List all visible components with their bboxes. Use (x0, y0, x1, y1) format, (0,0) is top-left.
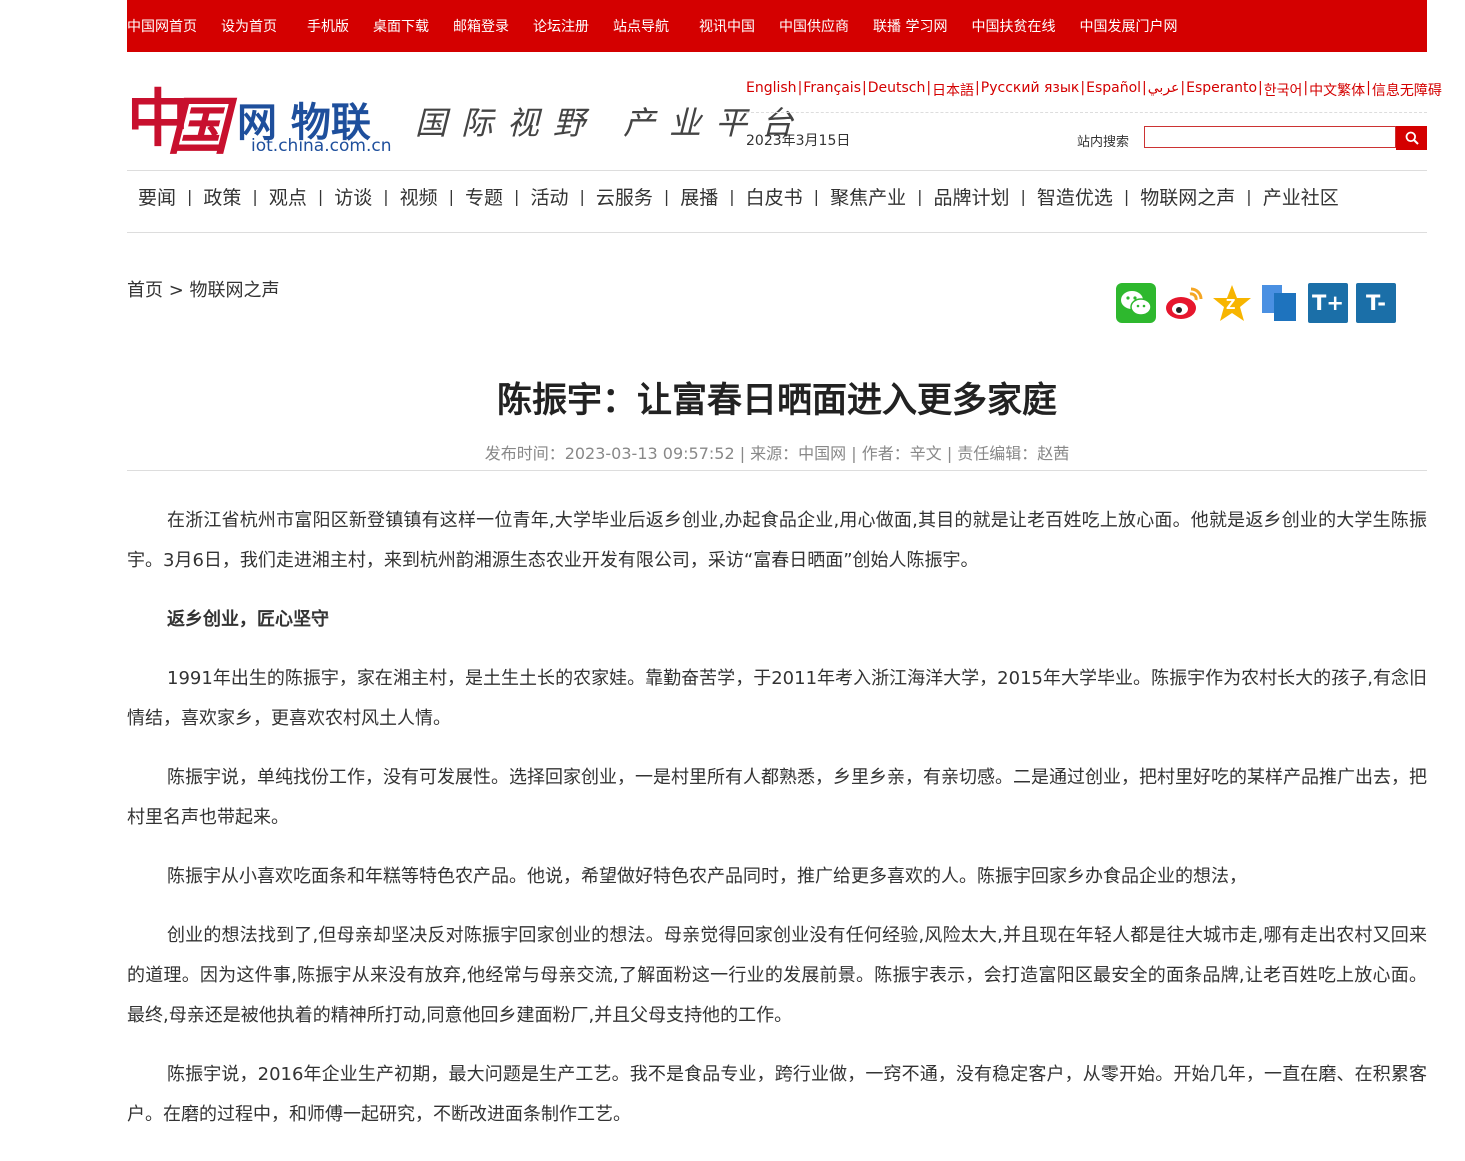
article-paragraph: 陈振宇从小喜欢吃面条和年糕等特色农产品。他说，希望做好特色农产品同时，推广给更多… (167, 866, 1247, 887)
top-nav-item[interactable]: 手机版 (307, 16, 349, 36)
svg-text:Z: Z (1226, 298, 1235, 313)
top-nav-item[interactable]: 中国供应商 (779, 16, 849, 36)
qzone-share-button[interactable]: Z (1212, 283, 1252, 323)
nav-item[interactable]: 视频 (389, 183, 449, 210)
language-separator: | (1180, 80, 1186, 96)
nav-item[interactable]: 展播 (669, 183, 729, 210)
copy-link-button[interactable] (1260, 283, 1300, 323)
article-meta: 发布时间：2023-03-13 09:57:52 | 来源：中国网 | 作者：辛… (484, 444, 1070, 463)
article-paragraph: 在浙江省杭州市富阳区新登镇镇有这样一位青年,大学毕业后返乡创业,办起食品企业,用… (127, 510, 1427, 571)
font-increase-button[interactable]: T+ (1308, 283, 1348, 323)
top-nav-item[interactable]: 中国发展门户网 (1079, 16, 1177, 36)
language-divider (746, 112, 1427, 113)
logo-url-text: iot.china.com.cn (251, 136, 392, 156)
nav-item[interactable]: 物联网之声 (1129, 183, 1246, 210)
language-link[interactable]: 日本語 (932, 80, 974, 100)
article-paragraph: 陈振宇说，单纯找份工作，没有可发展性。选择回家创业，一是村里所有人都熟悉，乡里乡… (127, 767, 1427, 828)
breadcrumb-separator: > (163, 280, 190, 301)
language-separator: | (797, 80, 803, 96)
top-nav-list: 中国网首页 设为首页 手机版 桌面下载 邮箱登录 论坛注册 站点导航 视讯中国 中国供应商 联播 … (127, 0, 1427, 52)
search-button[interactable] (1396, 126, 1427, 150)
site-logo[interactable]: 中 国 网 物联 iot.china.com.cn (127, 70, 392, 165)
language-separator: | (1366, 80, 1371, 96)
top-nav-item[interactable]: 桌面下载 (373, 16, 429, 36)
nav-item[interactable]: 要闻 (127, 183, 187, 210)
main-nav: 要闻 | 政策 | 观点 | 访谈 | 视频 | 专题 | 活动 | 云服务 | 展播 | 白皮书 | 聚焦产业 | 品牌计… (127, 183, 1427, 210)
top-nav-item[interactable]: 视讯中国 (699, 16, 755, 36)
language-link[interactable]: Deutsch (868, 80, 926, 100)
language-link[interactable]: 한국어 (1264, 80, 1303, 100)
top-nav-item[interactable]: 中国扶贫在线 (971, 16, 1055, 36)
article-paragraph: 陈振宇说，2016年企业生产初期，最大问题是生产工艺。我不是食品专业，跨行业做，… (127, 1064, 1427, 1125)
language-link[interactable]: English (746, 80, 797, 100)
language-link[interactable]: Español (1086, 80, 1141, 100)
language-separator: | (1303, 80, 1309, 96)
nav-item[interactable]: 政策 (192, 183, 252, 210)
nav-item[interactable]: 产业社区 (1252, 183, 1350, 210)
weibo-icon (1166, 287, 1203, 319)
nav-item[interactable]: 白皮书 (735, 183, 814, 210)
search-label: 站内搜索 (1077, 135, 1130, 150)
language-link[interactable]: 中文繁体 (1309, 80, 1365, 100)
language-link[interactable]: 信息无障碍 (1372, 80, 1442, 100)
top-nav-item[interactable]: 论坛注册 (533, 16, 589, 36)
top-nav-item[interactable]: 联播 学习网 (873, 16, 947, 36)
search-input[interactable] (1144, 126, 1396, 148)
language-link[interactable]: Esperanto (1186, 80, 1257, 100)
language-separator: | (1142, 80, 1147, 96)
wechat-share-button[interactable] (1116, 283, 1156, 323)
font-decrease-button[interactable]: T- (1356, 283, 1396, 323)
language-link[interactable]: عربي (1148, 80, 1180, 100)
top-nav-item[interactable]: 设为首页 (221, 16, 277, 36)
language-link[interactable]: Français (803, 80, 861, 100)
nav-item[interactable]: 聚焦产业 (819, 183, 917, 210)
nav-item[interactable]: 访谈 (323, 183, 383, 210)
article-title: 陈振宇：让富春日晒面进入更多家庭 (496, 381, 1057, 421)
language-separator: | (1080, 80, 1086, 96)
qzone-star-icon: Z (1213, 285, 1251, 321)
language-separator: | (861, 80, 867, 96)
weibo-share-button[interactable] (1164, 283, 1204, 323)
article-paragraph: 1991年出生的陈振宇，家在湘主村，是土生土长的农家娃。靠勤奋苦学，于2011年… (127, 668, 1427, 729)
language-separator: | (1258, 80, 1263, 96)
copy-icon (1262, 285, 1296, 321)
article-body: 在浙江省杭州市富阳区新登镇镇有这样一位青年,大学毕业后返乡创业,办起食品企业,用… (127, 501, 1427, 1154)
article-subheading: 返乡创业，匠心坚守 (167, 609, 329, 630)
title-divider (127, 470, 1427, 471)
language-separator: | (975, 80, 980, 96)
top-nav-item[interactable]: 站点导航 (613, 16, 669, 36)
top-nav-bar: 中国网首页 设为首页 手机版 桌面下载 邮箱登录 论坛注册 站点导航 视讯中国 中国供应商 联播 … (127, 0, 1427, 52)
breadcrumb-home[interactable]: 首页 (127, 280, 163, 301)
article-paragraph: 创业的想法找到了,但母亲却坚决反对陈振宇回家创业的想法。母亲觉得回家创业没有任何… (127, 925, 1427, 1026)
nav-item[interactable]: 品牌计划 (922, 183, 1020, 210)
share-toolbar: Z T+ T- (1116, 283, 1396, 323)
svg-text:国: 国 (167, 90, 238, 163)
nav-divider (127, 232, 1427, 233)
search-icon (1405, 131, 1419, 145)
language-separator: | (926, 80, 932, 96)
nav-item[interactable]: 云服务 (585, 183, 664, 210)
current-date: 2023年3月15日 (746, 133, 851, 149)
breadcrumb: 首页 > 物联网之声 (127, 276, 280, 302)
top-nav-item[interactable]: 邮箱登录 (453, 16, 509, 36)
language-link[interactable]: Русский язык (981, 80, 1080, 100)
language-links: English | Français | Deutsch | 日本語 | Русский язы… (746, 80, 1442, 100)
wechat-icon (1116, 283, 1156, 323)
nav-item[interactable]: 活动 (519, 183, 579, 210)
header-divider (127, 170, 1427, 171)
nav-item[interactable]: 专题 (454, 183, 514, 210)
nav-item[interactable]: 观点 (258, 183, 318, 210)
nav-item[interactable]: 智造优选 (1026, 183, 1124, 210)
breadcrumb-current[interactable]: 物联网之声 (190, 280, 280, 301)
top-nav-item[interactable]: 中国网首页 (127, 16, 197, 36)
